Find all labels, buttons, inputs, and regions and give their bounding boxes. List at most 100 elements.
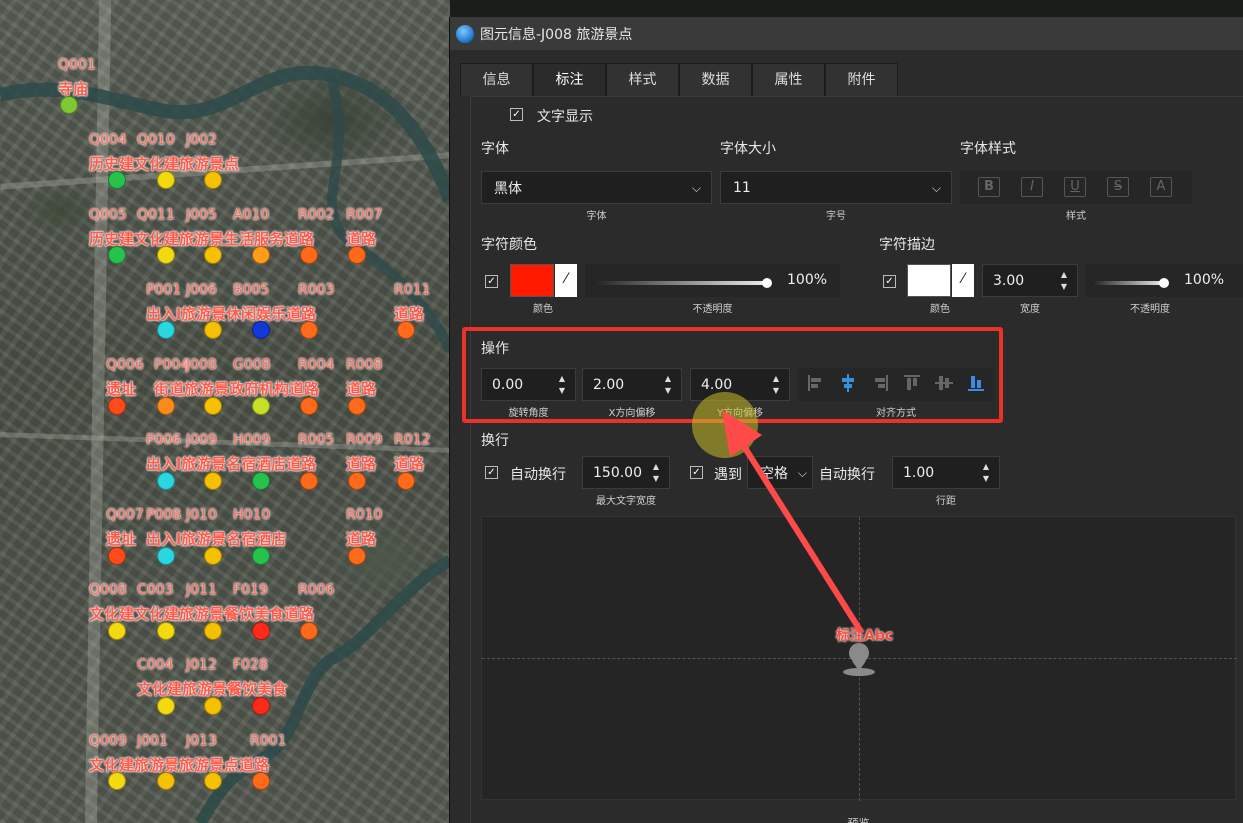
spin-arrows-icon[interactable]: ▲ ▼ — [771, 373, 781, 397]
poi-marker[interactable] — [252, 772, 270, 790]
slider-handle[interactable] — [1159, 278, 1169, 288]
poi-marker[interactable] — [252, 622, 270, 640]
shadow-text-button[interactable]: A — [1150, 177, 1172, 197]
stroke-color-swatch[interactable] — [907, 264, 951, 297]
line-spacing-spinbox[interactable]: 1.00 ▲ ▼ — [892, 456, 1000, 489]
poi-marker[interactable] — [108, 171, 126, 189]
poi-marker[interactable] — [157, 547, 175, 565]
poi-marker[interactable] — [157, 171, 175, 189]
spin-arrows-icon[interactable]: ▲ ▼ — [651, 461, 661, 485]
poi-marker[interactable] — [252, 246, 270, 264]
stroke-checkbox[interactable]: ✓ — [883, 275, 896, 288]
align-right-icon[interactable] — [870, 373, 890, 393]
poi-marker[interactable] — [204, 772, 222, 790]
poi-marker[interactable] — [348, 547, 366, 565]
text-display-checkbox[interactable]: ✓ — [510, 108, 523, 121]
tab-label[interactable]: 标注 — [533, 63, 606, 96]
poi-marker[interactable] — [300, 321, 318, 339]
poi-marker[interactable] — [204, 622, 222, 640]
rotation-spinbox[interactable]: 0.00 ▲ ▼ — [481, 368, 576, 401]
poi-marker[interactable] — [300, 246, 318, 264]
poi-marker[interactable] — [348, 397, 366, 415]
poi-code: Q010 — [137, 132, 175, 148]
poi-marker[interactable] — [204, 246, 222, 264]
char-opacity-caption: 不透明度 — [692, 304, 733, 315]
poi-marker[interactable] — [252, 547, 270, 565]
tab-info[interactable]: 信息 — [460, 63, 533, 96]
poi-marker[interactable] — [252, 472, 270, 490]
poi-marker[interactable] — [204, 697, 222, 715]
poi-row-label: 出入l旅游景名宿酒店 — [146, 530, 287, 548]
poi-marker[interactable] — [397, 321, 415, 339]
poi-marker[interactable] — [300, 472, 318, 490]
tab-attachments[interactable]: 附件 — [825, 63, 898, 96]
align-middle-v-icon[interactable] — [934, 373, 954, 393]
poi-marker[interactable] — [204, 472, 222, 490]
x-offset-spinbox[interactable]: 2.00 ▲ ▼ — [582, 368, 682, 401]
font-style-group: B I U S A — [960, 171, 1192, 204]
char-color-checkbox[interactable]: ✓ — [485, 275, 498, 288]
title-bar[interactable]: 图元信息-J008 旅游景点 — [450, 17, 1243, 50]
poi-marker[interactable] — [157, 246, 175, 264]
italic-button[interactable]: I — [1021, 177, 1043, 197]
char-color-swatch[interactable] — [510, 264, 554, 297]
slider-track — [591, 281, 769, 285]
align-left-icon[interactable] — [806, 373, 826, 393]
poi-marker[interactable] — [300, 622, 318, 640]
eyedropper-icon[interactable]: ⁄ — [952, 264, 974, 297]
font-select[interactable]: 黑体 ⌵ — [481, 171, 712, 204]
poi-code: J001 — [137, 733, 168, 749]
poi-marker[interactable] — [108, 772, 126, 790]
spin-arrows-icon[interactable]: ▲ ▼ — [557, 373, 567, 397]
poi-marker[interactable] — [204, 547, 222, 565]
eyedropper-icon[interactable]: ⁄ — [555, 264, 577, 297]
align-bottom-icon[interactable] — [966, 373, 986, 393]
poi-marker[interactable] — [348, 472, 366, 490]
tab-style[interactable]: 样式 — [606, 63, 679, 96]
poi-marker[interactable] — [60, 96, 78, 114]
poi-marker[interactable] — [108, 622, 126, 640]
poi-code: Q001 — [58, 57, 96, 73]
poi-marker[interactable] — [108, 547, 126, 565]
tab-data[interactable]: 数据 — [679, 63, 752, 96]
tab-bar: 信息 标注 样式 数据 属性 附件 — [460, 63, 898, 96]
map-view[interactable]: Q001 寺庙 Q004 Q010 J002 历史建文化建旅游景点 Q005 Q… — [0, 0, 450, 823]
chevron-down-icon: ⌵ — [931, 181, 941, 195]
max-width-spinbox[interactable]: 150.00 ▲ ▼ — [582, 456, 670, 489]
poi-marker[interactable] — [204, 321, 222, 339]
poi-marker[interactable] — [204, 397, 222, 415]
font-size-label: 字体大小 — [720, 141, 776, 157]
poi-marker[interactable] — [157, 472, 175, 490]
poi-marker[interactable] — [252, 397, 270, 415]
stroke-opacity-slider[interactable]: 100% — [1085, 264, 1243, 297]
poi-marker[interactable] — [348, 246, 366, 264]
poi-marker[interactable] — [157, 622, 175, 640]
auto-wrap-checkbox[interactable]: ✓ — [485, 466, 498, 479]
spin-arrows-icon[interactable]: ▲ ▼ — [1059, 269, 1069, 293]
poi-marker[interactable] — [157, 697, 175, 715]
poi-marker[interactable] — [157, 772, 175, 790]
spin-arrows-icon[interactable]: ▲ ▼ — [981, 461, 991, 485]
stroke-width-spinbox[interactable]: 3.00 ▲ ▼ — [982, 264, 1078, 297]
poi-marker[interactable] — [252, 697, 270, 715]
font-size-select[interactable]: 11 ⌵ — [720, 171, 952, 204]
poi-marker[interactable] — [300, 397, 318, 415]
underline-button[interactable]: U — [1064, 177, 1086, 197]
char-opacity-slider[interactable]: 100% — [585, 264, 840, 297]
poi-marker[interactable] — [157, 397, 175, 415]
strikethrough-button[interactable]: S — [1107, 177, 1129, 197]
poi-marker[interactable] — [397, 472, 415, 490]
poi-marker[interactable] — [108, 246, 126, 264]
max-width-value: 150.00 — [593, 464, 642, 481]
poi-marker[interactable] — [108, 397, 126, 415]
align-top-icon[interactable] — [902, 373, 922, 393]
poi-marker[interactable] — [157, 321, 175, 339]
poi-marker[interactable] — [204, 171, 222, 189]
spin-arrows-icon[interactable]: ▲ ▼ — [663, 373, 673, 397]
align-center-h-icon[interactable] — [838, 373, 858, 393]
tab-attributes[interactable]: 属性 — [752, 63, 825, 96]
poi-code: J012 — [186, 657, 217, 673]
bold-button[interactable]: B — [978, 177, 1000, 197]
slider-handle[interactable] — [762, 278, 772, 288]
poi-marker[interactable] — [252, 321, 270, 339]
